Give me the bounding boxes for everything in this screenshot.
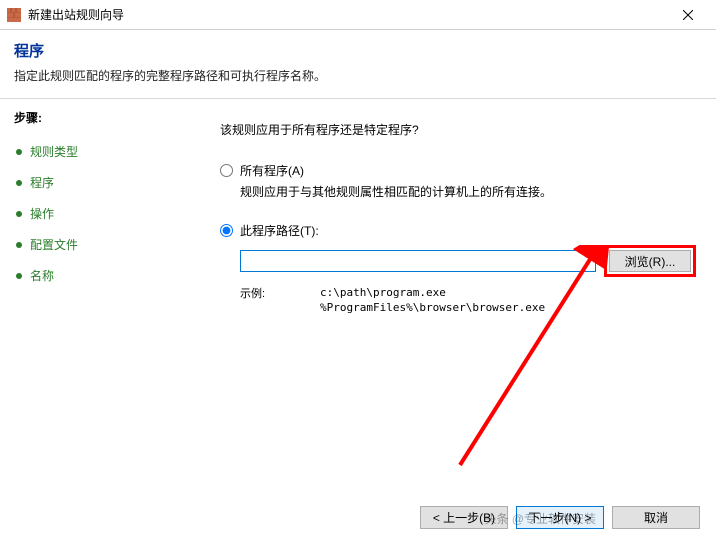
program-path-input[interactable] <box>240 250 596 272</box>
bullet-icon <box>16 149 22 155</box>
bullet-icon <box>16 180 22 186</box>
step-label: 操作 <box>30 205 54 222</box>
radio-this-program-row: 此程序路径(T): <box>220 222 696 239</box>
bullet-icon <box>16 211 22 217</box>
steps-sidebar: 步骤: 规则类型 程序 操作 配置文件 名称 <box>0 99 190 479</box>
step-label: 配置文件 <box>30 236 78 253</box>
steps-list: 规则类型 程序 操作 配置文件 名称 <box>14 136 176 291</box>
firewall-icon <box>6 7 22 23</box>
browse-button[interactable]: 浏览(R)... <box>609 250 691 272</box>
window-title: 新建出站规则向导 <box>28 6 666 23</box>
page-description: 指定此规则匹配的程序的完整程序路径和可执行程序名称。 <box>14 67 702 84</box>
radio-all-programs[interactable] <box>220 164 233 177</box>
program-radio-group: 所有程序(A) 规则应用于与其他规则属性相匹配的计算机上的所有连接。 此程序路径… <box>220 162 696 316</box>
step-name[interactable]: 名称 <box>14 260 176 291</box>
next-button[interactable]: 下一步(N) > <box>516 506 604 529</box>
step-label: 规则类型 <box>30 143 78 160</box>
radio-all-programs-label[interactable]: 所有程序(A) <box>240 162 304 179</box>
wizard-content: 该规则应用于所有程序还是特定程序? 所有程序(A) 规则应用于与其他规则属性相匹… <box>190 99 716 479</box>
step-rule-type[interactable]: 规则类型 <box>14 136 176 167</box>
wizard-body: 步骤: 规则类型 程序 操作 配置文件 名称 该规则应用于所有程序还是特定程序?… <box>0 99 716 479</box>
steps-heading: 步骤: <box>14 109 176 126</box>
back-button[interactable]: < 上一步(B) <box>420 506 508 529</box>
wizard-header: 程序 指定此规则匹配的程序的完整程序路径和可执行程序名称。 <box>0 30 716 98</box>
step-label: 程序 <box>30 174 54 191</box>
close-icon <box>683 10 693 20</box>
example-paths: c:\path\program.exe %ProgramFiles%\brows… <box>320 285 545 316</box>
radio-this-program-label[interactable]: 此程序路径(T): <box>240 222 319 239</box>
content-question: 该规则应用于所有程序还是特定程序? <box>220 121 696 138</box>
page-title: 程序 <box>14 40 702 61</box>
wizard-footer: < 上一步(B) 下一步(N) > 取消 <box>420 506 700 529</box>
bullet-icon <box>16 273 22 279</box>
step-action[interactable]: 操作 <box>14 198 176 229</box>
browse-highlight: 浏览(R)... <box>604 245 696 277</box>
titlebar: 新建出站规则向导 <box>0 0 716 30</box>
cancel-button[interactable]: 取消 <box>612 506 700 529</box>
radio-this-program[interactable] <box>220 224 233 237</box>
example-label: 示例: <box>240 285 280 316</box>
radio-all-programs-description: 规则应用于与其他规则属性相匹配的计算机上的所有连接。 <box>240 183 696 200</box>
program-path-row: 浏览(R)... <box>240 245 696 277</box>
step-label: 名称 <box>30 267 54 284</box>
bullet-icon <box>16 242 22 248</box>
close-button[interactable] <box>666 0 710 30</box>
step-program[interactable]: 程序 <box>14 167 176 198</box>
example-section: 示例: c:\path\program.exe %ProgramFiles%\b… <box>240 285 696 316</box>
radio-all-programs-row: 所有程序(A) <box>220 162 696 179</box>
step-profile[interactable]: 配置文件 <box>14 229 176 260</box>
